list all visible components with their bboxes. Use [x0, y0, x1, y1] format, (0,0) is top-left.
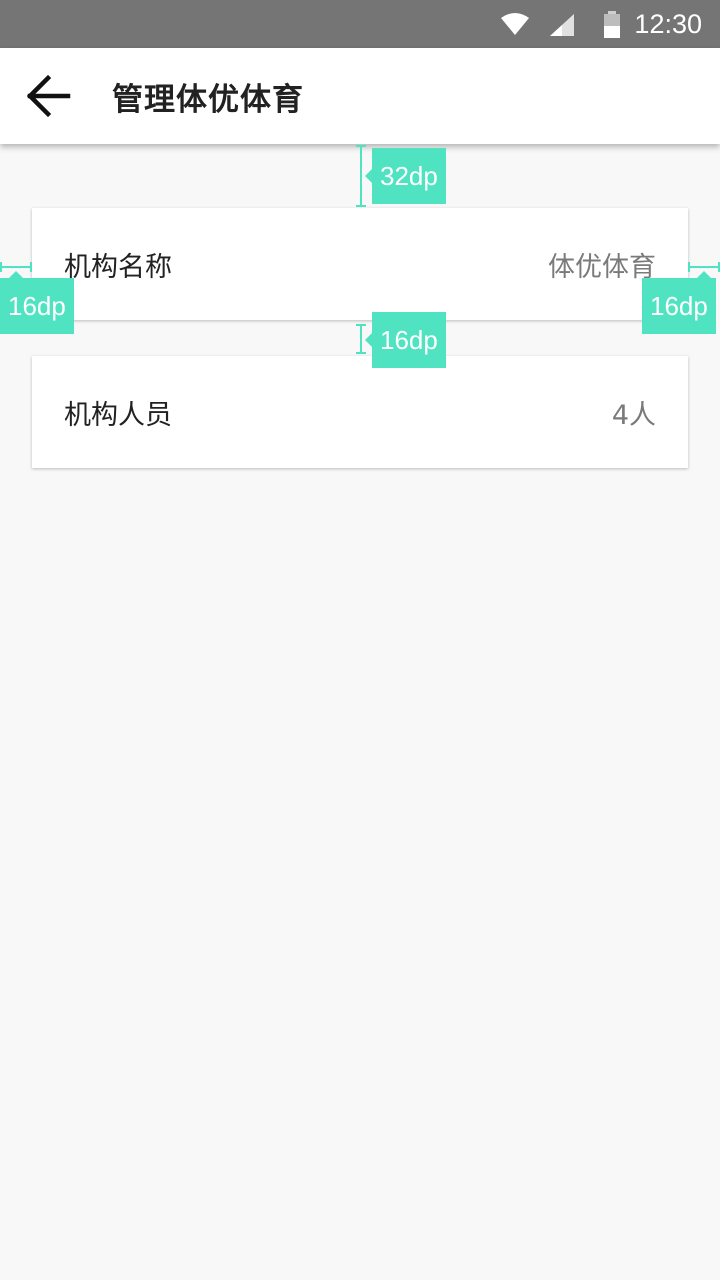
right-margin-pointer: [697, 271, 711, 278]
left-margin-cap-right: [30, 262, 32, 272]
top-spacing-label: 32dp: [372, 148, 446, 204]
card-gap-cap-top: [356, 324, 366, 326]
top-spacing-cap-top: [356, 145, 366, 147]
top-spacing-line: [360, 145, 362, 207]
app-bar: 管理体优体育: [0, 48, 720, 144]
top-spacing-pointer: [365, 169, 372, 183]
org-name-row[interactable]: 机构名称 体优体育: [32, 208, 688, 320]
left-margin-line: [0, 266, 32, 268]
top-spacing-cap-bottom: [356, 205, 366, 207]
arrow-back-icon: [26, 74, 71, 118]
left-margin-pointer: [9, 271, 23, 278]
wifi-icon: [501, 13, 529, 35]
org-name-value: 体优体育: [548, 251, 656, 283]
signal-icon: [550, 14, 574, 36]
org-members-label: 机构人员: [64, 399, 172, 431]
card-gap-cap-bottom: [356, 352, 366, 354]
card-gap-label: 16dp: [372, 312, 446, 368]
org-name-label: 机构名称: [64, 251, 172, 283]
left-margin-label: 16dp: [0, 278, 74, 334]
right-margin-cap-left: [688, 262, 690, 272]
card-gap-pointer: [365, 333, 372, 347]
battery-icon: [604, 11, 620, 38]
page-title: 管理体优体育: [112, 82, 304, 118]
org-members-value: 4人: [611, 399, 656, 431]
org-members-row[interactable]: 机构人员 4人: [32, 356, 688, 468]
status-bar: 12:30: [0, 0, 720, 48]
status-time: 12:30: [634, 9, 702, 39]
left-margin-cap-left: [0, 262, 2, 272]
back-button[interactable]: [16, 66, 80, 126]
right-margin-line: [688, 266, 720, 268]
right-margin-label: 16dp: [642, 278, 716, 334]
card-gap-line: [360, 324, 362, 354]
